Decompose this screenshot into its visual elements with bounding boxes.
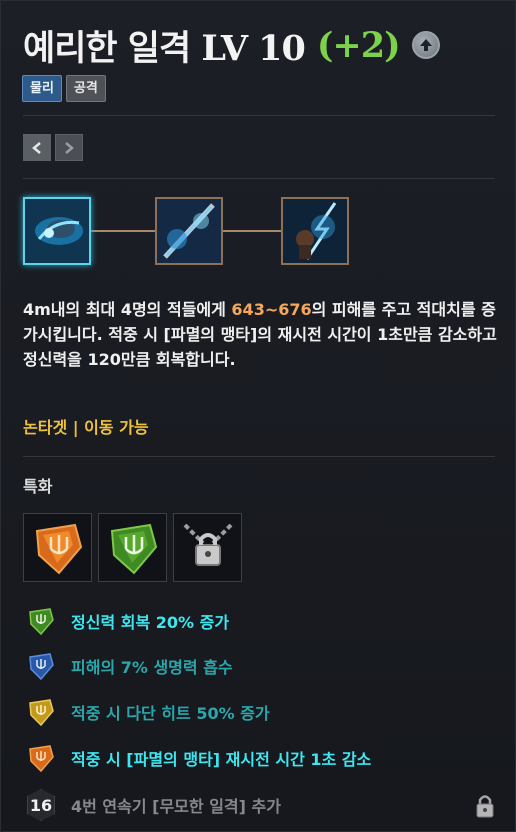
next-button[interactable] [55,134,83,161]
level-badge: 16 [23,787,59,823]
bonus-row-locked: 16 4번 연속기 [무모한 일격] 추가 [23,787,495,823]
divider [23,456,495,457]
section-title: 특화 [23,477,53,496]
bonus-row: 정신력 회복 20% 증가 [23,603,495,639]
tripod-3-icon [283,199,347,263]
blue-gem-icon [23,648,59,684]
tag-physical: 물리 [22,75,62,102]
level-number: 16 [27,789,55,821]
tag-attack: 공격 [65,75,106,102]
title-row: 예리한 일격 LV 10 (+2) [23,19,440,71]
tripod-connector [223,230,283,232]
level-up-icon[interactable] [411,31,440,59]
skill-description: 4m내의 최대 4명의 적들에게 643~676의 피해를 주고 적대치를 증가… [23,297,498,372]
chevron-left-icon [32,141,41,154]
bonus-text: 적중 시 다단 히트 50% 증가 [71,704,270,723]
gem-slots [23,513,242,582]
tripod-1-icon [25,199,89,263]
bonus-row: 적중 시 다단 히트 50% 증가 [23,694,495,730]
bonus-text: 적중 시 [파멸의 맹타] 재시전 시간 1초 감소 [71,750,372,769]
prev-button[interactable] [23,134,51,161]
tripod-2-icon [157,199,221,263]
tripod-connector [91,230,157,232]
skill-name: 예리한 일격 LV 10 [23,27,306,69]
skill-level-bonus: (+2) [316,24,401,66]
tripod-slot-3[interactable] [281,197,349,265]
bonus-text: 피해의 7% 생명력 흡수 [71,658,233,677]
skill-tags: 물리 공격 [22,75,106,102]
bonus-row: 피해의 7% 생명력 흡수 [23,648,495,684]
chevron-right-icon [65,141,74,154]
bonus-text: 4번 연속기 [무모한 일격] 추가 [71,797,281,816]
tripod-slot-1[interactable] [23,197,91,265]
green-gem-icon [23,603,59,639]
divider [23,178,495,179]
skill-tooltip: 예리한 일격 LV 10 (+2) 물리 공격 4m내의 최대 4명의 적들에게… [0,0,516,832]
gem-slot-green[interactable] [98,513,167,582]
bonus-text: 정신력 회복 20% 증가 [71,613,230,632]
tripod-nav [23,134,83,161]
description-text: 4m내의 최대 4명의 적들에게 [23,300,232,319]
tripod-row [23,197,353,265]
targeting-info: 논타겟 | 이동 가능 [23,418,149,437]
bonus-row: 적중 시 [파멸의 맹타] 재시전 시간 1초 감소 [23,740,495,776]
green-gem-icon [110,523,157,574]
damage-range: 643~676 [231,300,312,319]
gem-slot-orange[interactable] [23,513,92,582]
yellow-gem-icon [23,694,59,730]
gem-slot-locked [173,513,242,582]
tripod-slot-2[interactable] [155,197,223,265]
orange-gem-icon [23,740,59,776]
lock-icon [475,793,495,823]
lock-chain-icon [183,523,232,566]
orange-gem-icon [35,523,82,574]
divider [23,115,495,116]
